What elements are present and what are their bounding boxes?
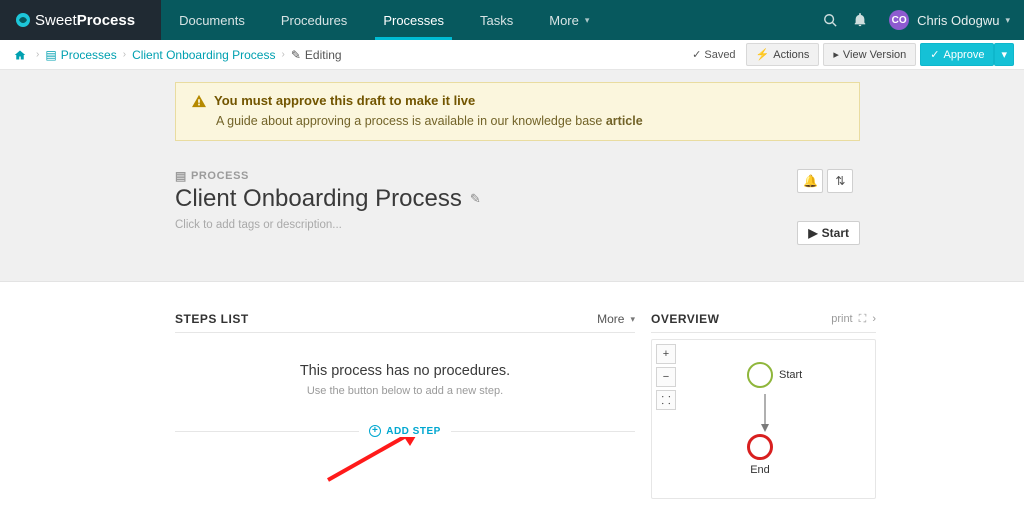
logo-icon — [15, 12, 31, 28]
edit-title-button[interactable]: ✎ — [470, 191, 481, 207]
nav-tasks[interactable]: Tasks — [462, 0, 531, 40]
diagram-start-node[interactable]: Start — [747, 362, 802, 388]
overview-print[interactable]: print — [831, 313, 852, 325]
chevron-down-icon: ▾ — [1005, 15, 1010, 26]
pencil-icon: ✎ — [291, 48, 301, 62]
alert-title: You must approve this draft to make it l… — [214, 93, 475, 108]
logo-text-thin: Sweet — [35, 12, 77, 29]
diagram-edge — [760, 394, 770, 434]
check-icon: ✓ — [692, 48, 701, 61]
check-icon: ✓ — [930, 48, 939, 61]
breadcrumb-sep: › — [279, 49, 286, 60]
overview-panel: OVERVIEW print ⛶ › + − ⸬ Start End — [651, 312, 876, 499]
breadcrumb-bar: › ▤ Processes › Client Onboarding Proces… — [0, 40, 1024, 70]
bell-icon: 🔔 — [803, 174, 818, 188]
logo[interactable]: SweetProcess — [0, 0, 161, 40]
play-icon: ▶ — [808, 226, 817, 240]
diagram-end-label: End — [750, 464, 770, 476]
avatar: CO — [889, 10, 909, 30]
view-version-label: View Version — [843, 49, 906, 61]
zoom-out-button[interactable]: − — [656, 367, 676, 387]
clipboard-icon: ▤ — [45, 48, 56, 62]
breadcrumb-processes-label: Processes — [61, 48, 117, 62]
steps-title: STEPS LIST — [175, 312, 249, 326]
approval-alert: You must approve this draft to make it l… — [175, 82, 860, 141]
chevron-down-icon: ▾ — [1001, 48, 1007, 61]
top-nav: SweetProcess Documents Procedures Proces… — [0, 0, 1024, 40]
process-title: Client Onboarding Process — [175, 185, 462, 213]
caret-right-icon: ▸ — [833, 48, 839, 61]
breadcrumb-home[interactable] — [10, 49, 34, 61]
expand-icon[interactable]: ⛶ — [859, 313, 867, 326]
diagram-end-node[interactable]: End — [747, 434, 773, 476]
add-step-button[interactable]: + ADD STEP — [359, 425, 451, 437]
zoom-in-button[interactable]: + — [656, 344, 676, 364]
steps-more-label: More — [597, 312, 624, 326]
clipboard-icon: ▤ — [175, 169, 187, 183]
user-menu[interactable]: CO Chris Odogwu ▾ — [875, 10, 1024, 30]
process-description-placeholder[interactable]: Click to add tags or description... — [175, 219, 797, 231]
breadcrumb-sep: › — [121, 49, 128, 60]
user-name: Chris Odogwu — [917, 13, 999, 28]
bolt-icon: ⚡ — [756, 48, 770, 61]
home-icon — [14, 49, 26, 61]
chevron-down-icon: ▾ — [630, 314, 635, 325]
nav-items: Documents Procedures Processes Tasks Mor… — [161, 0, 607, 40]
steps-more-menu[interactable]: More ▾ — [597, 312, 635, 326]
saved-indicator: ✓Saved — [692, 48, 735, 61]
approve-label: Approve — [943, 49, 984, 61]
breadcrumb-state-label: Editing — [305, 48, 342, 62]
search-icon[interactable] — [815, 13, 845, 27]
approve-button[interactable]: ✓ Approve — [920, 43, 994, 66]
start-label: Start — [822, 226, 849, 240]
breadcrumb-sep: › — [34, 49, 41, 60]
overview-title: OVERVIEW — [651, 312, 719, 326]
nav-more[interactable]: More ▾ — [531, 0, 607, 40]
plus-icon: + — [369, 425, 381, 437]
chevron-right-icon[interactable]: › — [872, 313, 876, 325]
logo-text-bold: Process — [77, 12, 135, 29]
add-step-label: ADD STEP — [386, 426, 441, 437]
breadcrumb-state: ✎ Editing — [287, 48, 346, 62]
chevron-down-icon: ▾ — [585, 15, 590, 26]
nav-procedures[interactable]: Procedures — [263, 0, 365, 40]
steps-empty-title: This process has no procedures. — [175, 363, 635, 379]
actions-button[interactable]: ⚡Actions — [746, 43, 820, 66]
view-version-button[interactable]: ▸ View Version — [823, 43, 916, 66]
steps-panel: STEPS LIST More ▾ This process has no pro… — [175, 312, 635, 499]
nav-documents[interactable]: Documents — [161, 0, 263, 40]
overview-diagram: + − ⸬ Start End — [651, 339, 876, 499]
bell-icon[interactable] — [845, 13, 875, 27]
alert-subtitle: A guide about approving a process is ava… — [216, 114, 606, 128]
sort-icon: ⇅ — [835, 174, 845, 188]
process-kicker: ▤PROCESS — [175, 169, 797, 183]
diagram-start-label: Start — [779, 369, 802, 381]
reorder-button[interactable]: ⇅ — [827, 169, 853, 193]
header-panel: You must approve this draft to make it l… — [0, 70, 1024, 282]
zoom-fit-button[interactable]: ⸬ — [656, 390, 676, 410]
breadcrumb-processes[interactable]: ▤ Processes — [41, 48, 120, 62]
approve-dropdown[interactable]: ▾ — [994, 43, 1014, 66]
warning-icon — [192, 94, 206, 108]
start-button[interactable]: ▶ Start — [797, 221, 860, 245]
nav-more-label: More — [549, 13, 579, 28]
notify-button[interactable]: 🔔 — [797, 169, 823, 193]
steps-empty-subtitle: Use the button below to add a new step. — [175, 385, 635, 397]
alert-article-link[interactable]: article — [606, 114, 643, 128]
nav-processes[interactable]: Processes — [365, 0, 462, 40]
breadcrumb-current[interactable]: Client Onboarding Process — [128, 48, 279, 62]
actions-label: Actions — [773, 49, 809, 61]
lower-area: STEPS LIST More ▾ This process has no pro… — [0, 282, 1024, 499]
